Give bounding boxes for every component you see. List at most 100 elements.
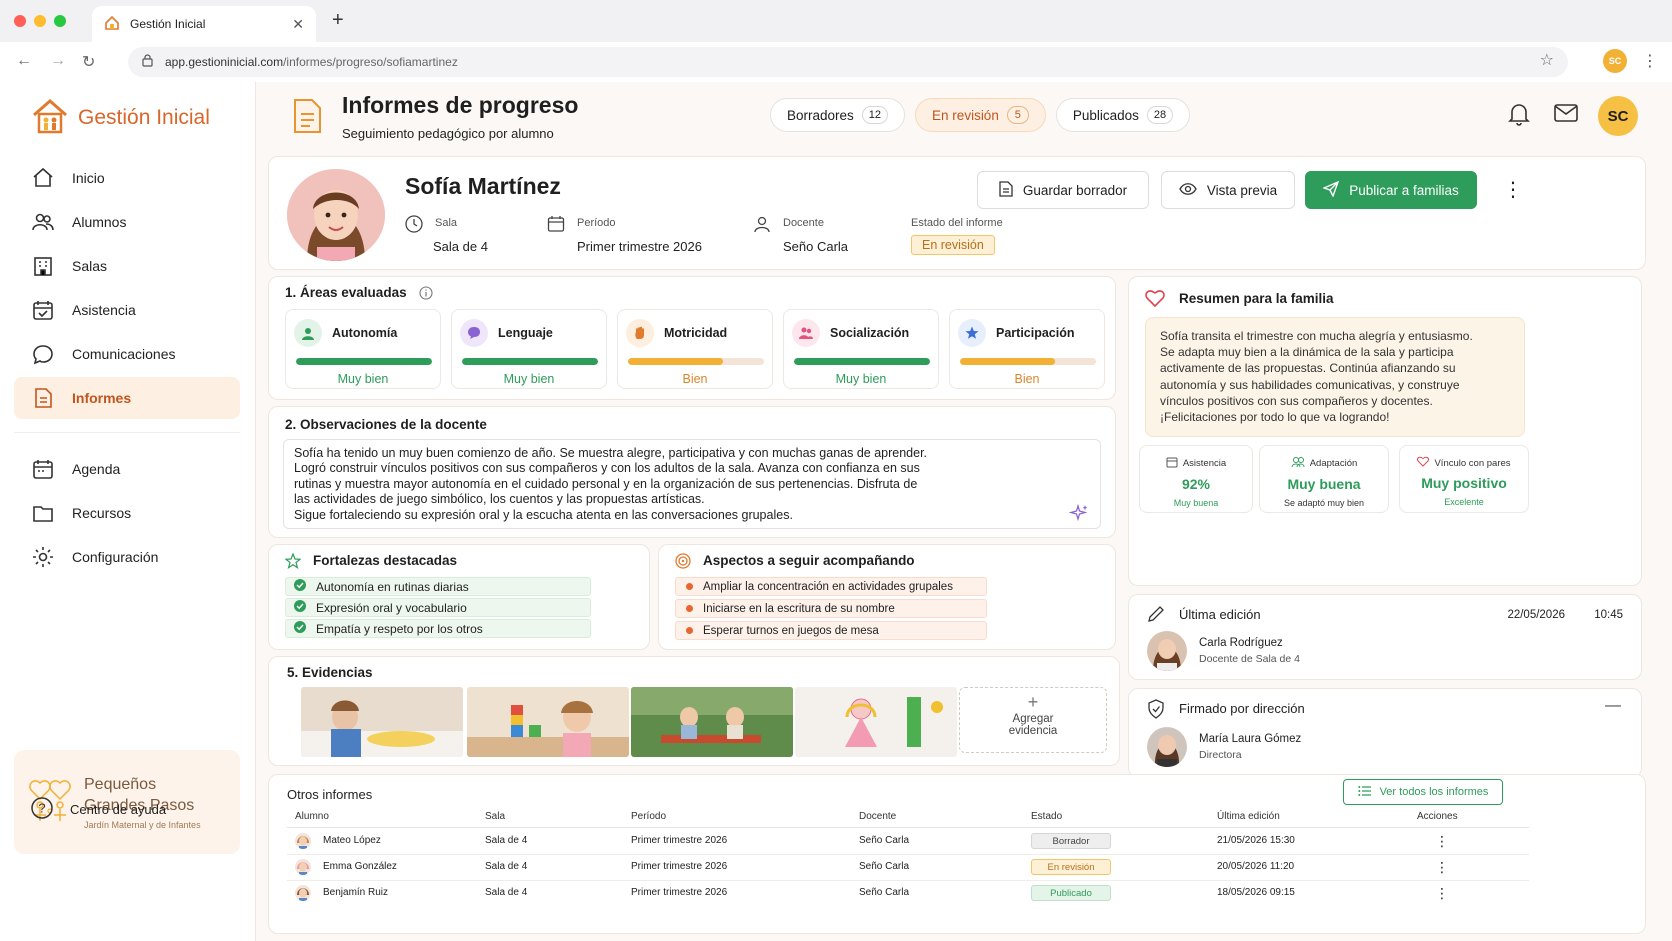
house-logo-icon — [30, 96, 70, 139]
url-host: app.gestioninicial.com — [165, 55, 284, 69]
browser-tab[interactable]: Gestión Inicial ✕ — [92, 6, 316, 42]
plus-icon: + — [1027, 692, 1039, 712]
signed-title: Firmado por dirección — [1179, 701, 1305, 716]
ai-sparkle-icon[interactable] — [1068, 503, 1089, 526]
cell-alumno: Emma González — [323, 861, 397, 872]
area-card-lenguaje[interactable]: Lenguaje Muy bien — [451, 309, 607, 389]
add-evidence-button[interactable]: + Agregar evidencia — [959, 687, 1107, 753]
student-avatar — [295, 833, 311, 849]
sidebar-item-asistencia[interactable]: Asistencia — [14, 289, 240, 331]
lock-icon — [142, 54, 153, 70]
sidebar-item-salas[interactable]: Salas — [14, 245, 240, 287]
calendar-check-icon — [32, 299, 54, 321]
preview-button[interactable]: Vista previa — [1161, 171, 1295, 209]
back-icon[interactable]: ← — [16, 52, 32, 70]
minimize-window-button[interactable] — [34, 15, 46, 27]
browser-menu-icon[interactable]: ⋮ — [1642, 51, 1658, 71]
calendar-small-icon — [1166, 456, 1178, 471]
list-icon — [1357, 785, 1372, 800]
cell-docente: Seño Carla — [859, 861, 910, 872]
column-header[interactable]: Alumno — [295, 811, 329, 822]
sidebar-item-informes[interactable]: Informes — [14, 377, 240, 419]
director-name: María Laura Gómez — [1199, 733, 1302, 745]
publish-button[interactable]: Publicar a familias — [1305, 171, 1477, 209]
periodo-value: Primer trimestre 2026 — [577, 239, 702, 254]
sidebar-item-comunicaciones[interactable]: Comunicaciones — [14, 333, 240, 375]
last-edit-date: 22/05/2026 — [1507, 609, 1565, 621]
close-tab-icon[interactable]: ✕ — [292, 16, 304, 33]
status-badge: Borrador — [1031, 833, 1111, 849]
browser-profile-avatar[interactable]: SC — [1603, 49, 1627, 73]
info-icon[interactable] — [419, 286, 433, 303]
area-card-motricidad[interactable]: Motricidad Bien — [617, 309, 773, 389]
evidence-photo-drawing[interactable] — [795, 687, 957, 757]
tab-title: Gestión Inicial — [130, 17, 206, 31]
check-circle-icon — [294, 600, 306, 615]
row-actions-icon[interactable]: ⋮ — [1435, 859, 1449, 876]
help-center-link[interactable]: ? Centro de ayuda — [30, 796, 166, 823]
bell-icon[interactable] — [1508, 102, 1530, 129]
svg-text:?: ? — [38, 801, 45, 816]
group-icon — [792, 319, 820, 347]
close-window-button[interactable] — [14, 15, 26, 27]
tab-publicados[interactable]: Publicados 28 — [1055, 98, 1191, 132]
forward-icon[interactable]: → — [50, 52, 66, 70]
area-progress-bar — [960, 358, 1096, 365]
sidebar-item-label: Agenda — [72, 461, 121, 477]
evidence-photo-blocks[interactable] — [467, 687, 629, 757]
calendar-icon — [32, 458, 54, 480]
star-icon — [958, 319, 986, 347]
bullet-dot-icon — [686, 627, 693, 634]
add-evidence-label1: Agregar — [1012, 713, 1054, 725]
reload-icon[interactable]: ↻ — [82, 52, 95, 72]
address-bar[interactable]: app.gestioninicial.com/informes/progreso… — [128, 47, 1568, 77]
column-header[interactable]: Período — [631, 811, 666, 822]
bookmark-star-icon[interactable]: ☆ — [1540, 50, 1554, 70]
area-card-participacion[interactable]: Participación Bien — [949, 309, 1105, 389]
evidence-photo-playground[interactable] — [631, 687, 793, 757]
main-content: Informes de progreso Seguimiento pedagóg… — [256, 82, 1672, 941]
editor-role: Docente de Sala de 4 — [1199, 653, 1300, 665]
row-actions-icon[interactable]: ⋮ — [1435, 833, 1449, 850]
sidebar-item-inicio[interactable]: Inicio — [14, 157, 240, 199]
observations-textarea[interactable]: Sofía ha tenido un muy buen comienzo de … — [283, 439, 1101, 529]
maximize-window-button[interactable] — [54, 15, 66, 27]
row-actions-icon[interactable]: ⋮ — [1435, 885, 1449, 902]
column-header[interactable]: Última edición — [1217, 811, 1280, 822]
evidence-photo-painting[interactable] — [301, 687, 463, 757]
column-header[interactable]: Acciones — [1417, 811, 1458, 822]
save-draft-button[interactable]: Guardar borrador — [977, 171, 1149, 209]
area-card-socializacion[interactable]: Socialización Muy bien — [783, 309, 939, 389]
last-edit-title: Última edición — [1179, 607, 1261, 622]
last-edit-card: Última edición 22/05/2026 10:45 Carla Ro… — [1128, 594, 1642, 680]
sidebar-item-label: Asistencia — [72, 302, 136, 318]
view-all-reports-button[interactable]: Ver todos los informes — [1343, 779, 1503, 805]
cell-edicion: 18/05/2026 09:15 — [1217, 887, 1295, 898]
sidebar-item-agenda[interactable]: Agenda — [14, 448, 240, 490]
cell-alumno: Benjamín Ruiz — [323, 887, 389, 898]
evidence-title: 5. Evidencias — [287, 665, 373, 680]
area-card-autonomia[interactable]: Autonomía Muy bien — [285, 309, 441, 389]
more-options-icon[interactable]: ⋮ — [1503, 177, 1523, 202]
brand-logo[interactable]: Gestión Inicial — [30, 96, 210, 139]
report-doc-icon — [292, 98, 322, 137]
tab-borradores[interactable]: Borradores 12 — [770, 98, 906, 132]
sala-label: Sala — [435, 217, 458, 229]
sidebar-item-configuracion[interactable]: Configuración — [14, 536, 240, 578]
student-name: Sofía Martínez — [405, 173, 561, 199]
editor-name: Carla Rodríguez — [1199, 637, 1283, 649]
column-header[interactable]: Docente — [859, 811, 896, 822]
column-header[interactable]: Sala — [485, 811, 505, 822]
promo-line1: Pequeños — [84, 776, 157, 793]
tab-en-revision[interactable]: En revisión 5 — [915, 98, 1046, 132]
collapse-icon[interactable]: — — [1605, 697, 1621, 715]
user-avatar[interactable]: SC — [1598, 96, 1638, 136]
new-tab-icon[interactable]: + — [332, 9, 344, 32]
sidebar-item-recursos[interactable]: Recursos — [14, 492, 240, 534]
column-header[interactable]: Estado — [1031, 811, 1062, 822]
stat-adaptation: Adaptación Muy buena Se adaptó muy bien — [1259, 445, 1389, 513]
mail-icon[interactable] — [1554, 104, 1578, 125]
question-circle-icon: ? — [30, 796, 54, 823]
sidebar-item-alumnos[interactable]: Alumnos — [14, 201, 240, 243]
add-evidence-label2: evidencia — [1008, 725, 1058, 737]
